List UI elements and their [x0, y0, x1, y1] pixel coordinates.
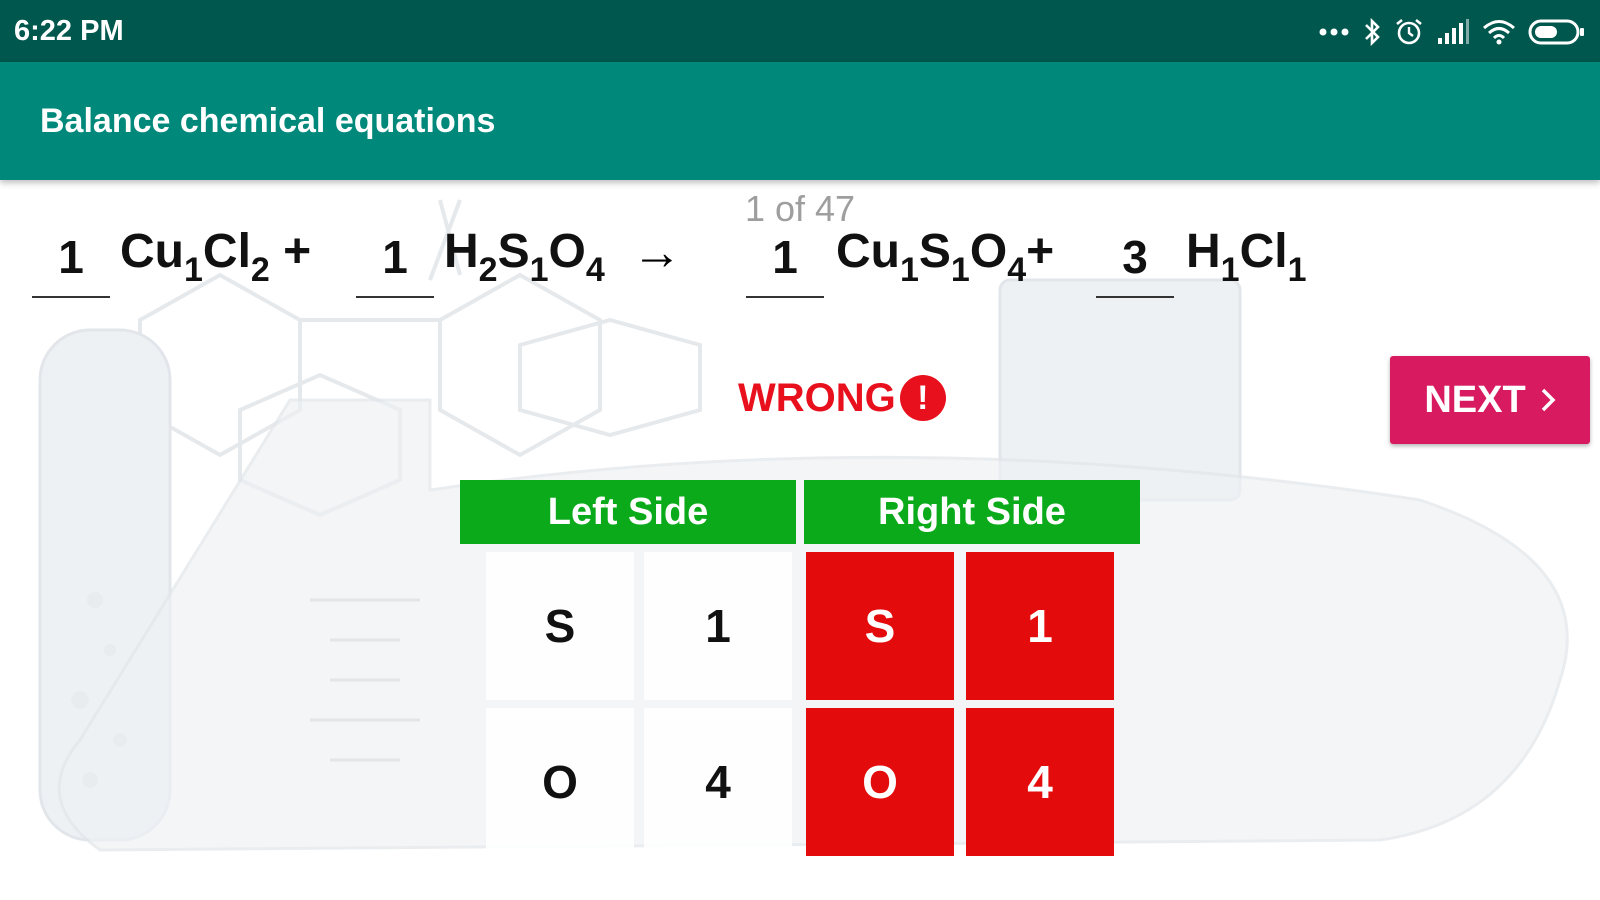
alarm-icon	[1396, 18, 1422, 45]
coefficient-input-reactant-1[interactable]: 1	[32, 218, 110, 298]
coefficient-input-product-2[interactable]: 3	[1096, 218, 1174, 298]
next-button-label: NEXT	[1424, 378, 1526, 421]
left-count-cell: 4	[644, 708, 792, 856]
formula-reactant-2: H2S1O4	[444, 225, 605, 289]
chevron-right-icon	[1541, 388, 1556, 412]
right-element-cell: S	[806, 552, 954, 700]
left-element-cell: O	[486, 708, 634, 856]
formula-reactant-1: Cu1Cl2 +	[120, 225, 312, 289]
wifi-icon	[1483, 20, 1515, 45]
battery-icon	[1528, 19, 1584, 45]
signal-icon	[1438, 19, 1469, 44]
left-side-header: Left Side	[460, 480, 796, 544]
coefficient-input-product-1[interactable]: 1	[746, 218, 824, 298]
app-title: Balance chemical equations	[40, 102, 496, 140]
status-bar: 6:22 PM	[0, 0, 1600, 62]
bluetooth-icon	[1365, 17, 1380, 47]
right-count-cell: 4	[966, 708, 1114, 856]
result-label: WRONG	[738, 375, 896, 420]
formula-product-2: H1Cl1	[1186, 225, 1307, 289]
coefficient-input-reactant-2[interactable]: 1	[356, 218, 434, 298]
reaction-arrow: →	[632, 224, 682, 280]
next-button[interactable]: NEXT	[1390, 356, 1590, 444]
status-time: 6:22 PM	[14, 15, 124, 47]
right-side-header: Right Side	[804, 480, 1140, 544]
left-element-cell: S	[486, 552, 634, 700]
result-indicator: WRONG !	[738, 375, 946, 421]
right-element-cell: O	[806, 708, 954, 856]
more-dots-icon	[1319, 28, 1349, 36]
right-count-cell: 1	[966, 552, 1114, 700]
status-icons	[1318, 12, 1586, 52]
exclamation-circle-icon: !	[899, 375, 946, 421]
formula-product-1: Cu1S1O4+	[836, 225, 1055, 289]
app-bar: Balance chemical equations	[0, 62, 1600, 180]
left-count-cell: 1	[644, 552, 792, 700]
